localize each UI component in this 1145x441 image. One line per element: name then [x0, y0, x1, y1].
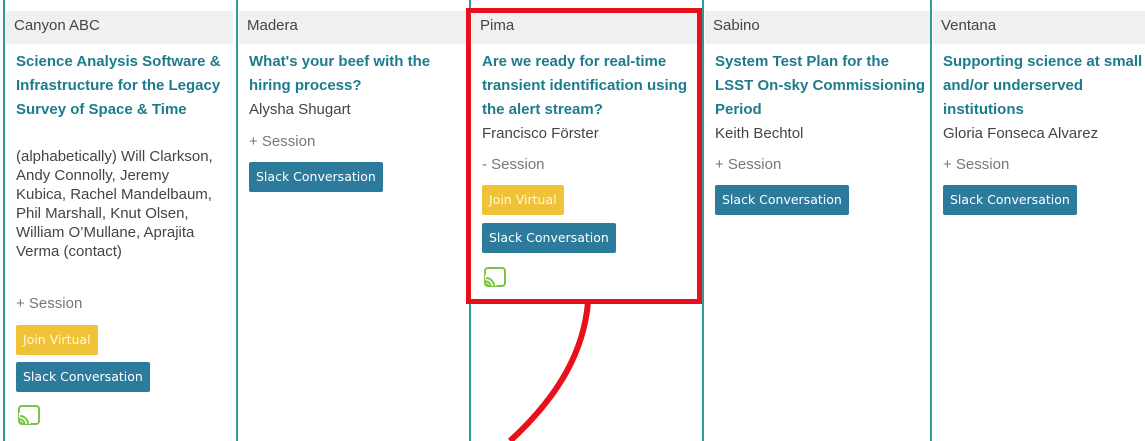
session-title-link[interactable]: What's your beef with the hiring process… [249, 50, 464, 98]
schedule-column-ventana: Ventana Supporting science at small and/… [930, 0, 1145, 441]
room-header: Madera [239, 11, 466, 44]
schedule-column-sabino: Sabino System Test Plan for the LSST On-… [702, 0, 932, 441]
cast-icon[interactable] [17, 404, 41, 426]
session-title-link[interactable]: System Test Plan for the LSST On-sky Com… [715, 50, 930, 122]
presenter-names: (alphabetically) Will Clarkson, Andy Con… [16, 148, 213, 260]
presenter-names: Gloria Fonseca Alvarez [943, 125, 1099, 142]
session-title-link[interactable]: Supporting science at small and/or under… [943, 50, 1145, 122]
schedule-column-canyon-abc: Canyon ABC Science Analysis Software & I… [3, 0, 233, 441]
column-divider [236, 0, 238, 441]
schedule-column-pima: Pima Are we ready for real-time transien… [469, 0, 699, 441]
slack-conversation-button[interactable]: Slack Conversation [715, 185, 849, 215]
column-divider [702, 0, 704, 441]
room-header: Ventana [933, 11, 1145, 44]
session-title-link[interactable]: Are we ready for real-time transient ide… [482, 50, 697, 122]
join-virtual-button[interactable]: Join Virtual [16, 325, 98, 355]
session-toggle[interactable]: + Session [16, 294, 82, 314]
session-toggle[interactable]: + Session [249, 132, 315, 152]
presenter-names: Alysha Shugart [249, 101, 351, 118]
room-header: Sabino [705, 11, 932, 44]
presenter-names: Keith Bechtol [715, 125, 804, 142]
schedule-column-madera: Madera What's your beef with the hiring … [236, 0, 466, 441]
slack-conversation-button[interactable]: Slack Conversation [16, 362, 150, 392]
cast-icon[interactable] [483, 266, 507, 288]
slack-conversation-button[interactable]: Slack Conversation [482, 223, 616, 253]
presenter-names: Francisco Förster [482, 125, 599, 142]
slack-conversation-button[interactable]: Slack Conversation [943, 185, 1077, 215]
column-divider [930, 0, 932, 441]
session-toggle[interactable]: + Session [715, 155, 781, 175]
session-toggle[interactable]: + Session [943, 155, 1009, 175]
room-header: Canyon ABC [6, 11, 233, 44]
session-title-link[interactable]: Science Analysis Software & Infrastructu… [16, 50, 231, 122]
session-toggle[interactable]: - Session [482, 155, 545, 175]
column-divider [469, 0, 471, 441]
room-header: Pima [472, 11, 699, 44]
slack-conversation-button[interactable]: Slack Conversation [249, 162, 383, 192]
column-divider [3, 0, 5, 441]
join-virtual-button[interactable]: Join Virtual [482, 185, 564, 215]
